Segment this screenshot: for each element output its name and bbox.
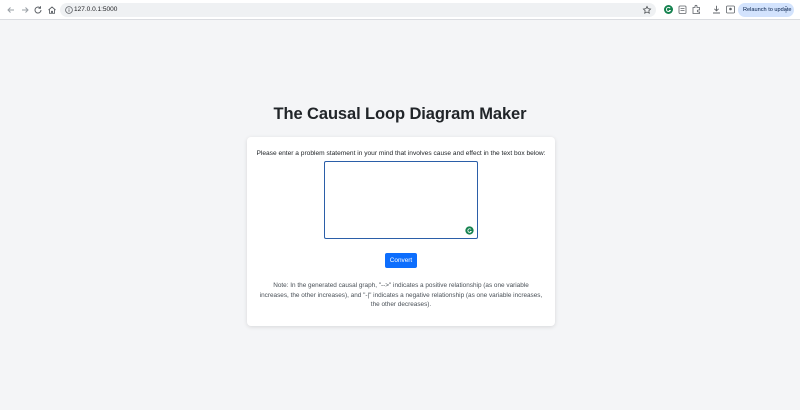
reload-icon[interactable] (31, 3, 45, 17)
home-icon[interactable] (45, 3, 59, 17)
grammarly-icon[interactable] (465, 226, 474, 235)
browser-toolbar: 127.0.0.1:5000 Relaunch to update ⋮ (0, 0, 800, 20)
extensions-puzzle-icon[interactable] (691, 4, 702, 15)
profile-icon[interactable] (725, 4, 736, 15)
convert-button[interactable]: Convert (385, 253, 417, 268)
forward-arrow-icon[interactable] (18, 3, 32, 17)
download-icon[interactable] (711, 4, 722, 15)
page-title: The Causal Loop Diagram Maker (273, 105, 527, 123)
input-card: Please enter a problem statement in your… (247, 137, 555, 326)
relaunch-to-update-button[interactable]: Relaunch to update ⋮ (738, 3, 794, 17)
back-arrow-icon[interactable] (4, 3, 18, 17)
url-text: 127.0.0.1:5000 (74, 6, 118, 13)
page-viewport: The Causal Loop Diagram Maker Please ent… (0, 20, 800, 410)
address-bar[interactable]: 127.0.0.1:5000 (60, 3, 656, 17)
problem-statement-prompt: Please enter a problem statement in your… (256, 150, 546, 157)
browser-menu-icon[interactable]: ⋮ (782, 3, 790, 17)
bookmark-star-icon[interactable] (642, 5, 652, 15)
grammarly-extension-icon[interactable] (663, 4, 674, 15)
relationship-note: Note: In the generated causal graph, "--… (259, 282, 543, 308)
problem-statement-textarea[interactable] (324, 161, 478, 239)
extension-icon[interactable] (677, 4, 688, 15)
site-info-icon[interactable] (64, 5, 74, 15)
